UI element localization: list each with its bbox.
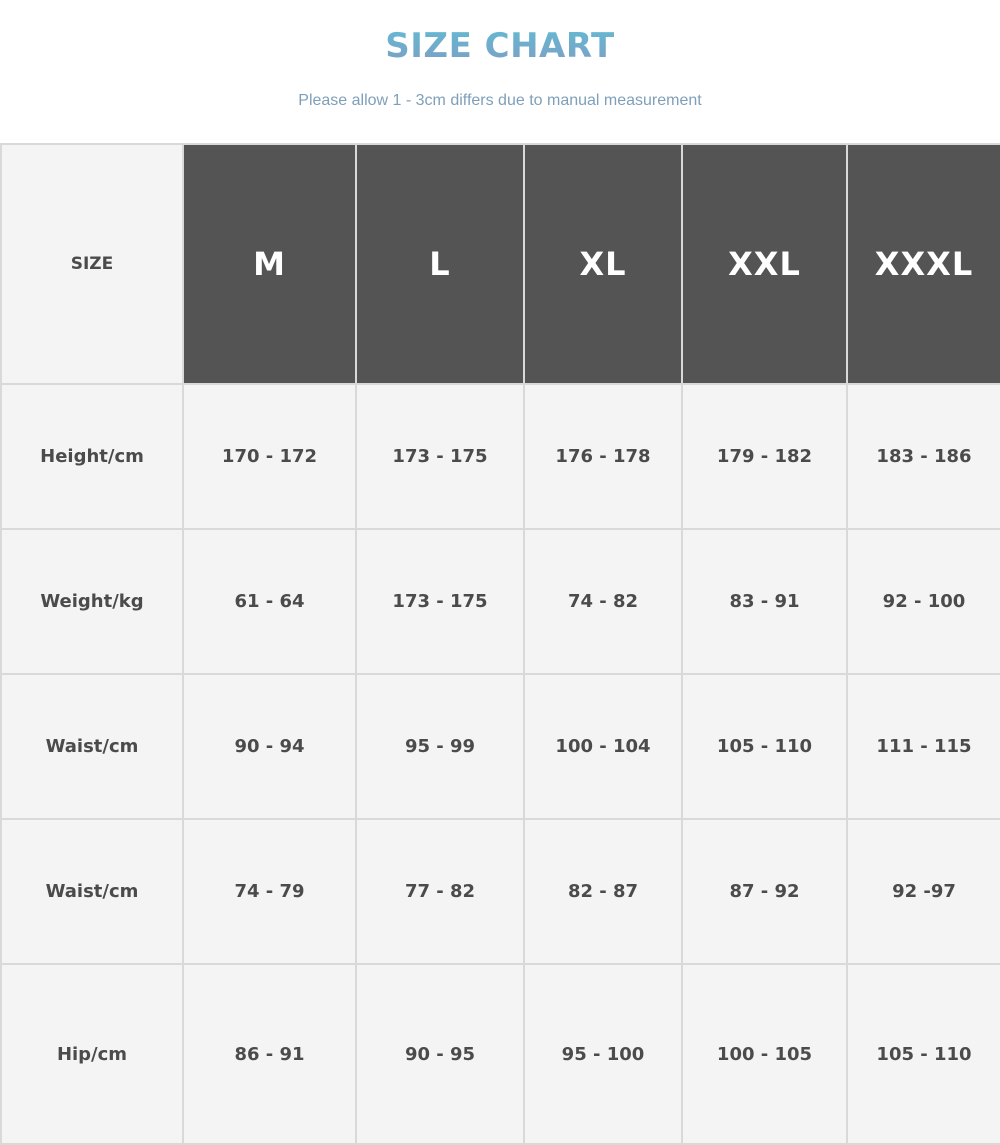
table-cell: 74 - 79 [182, 818, 357, 965]
table-row-weight: Weight/kg 61 - 64 173 - 175 74 - 82 83 -… [0, 528, 1000, 675]
table-cell: 74 - 82 [523, 528, 683, 675]
table-cell: 105 - 110 [846, 963, 1000, 1145]
table-cell: 95 - 100 [523, 963, 683, 1145]
table-cell: 170 - 172 [182, 383, 357, 530]
corner-label: SIZE [0, 143, 184, 385]
row-label: Weight/kg [0, 528, 184, 675]
table-row-waist-2: Waist/cm 74 - 79 77 - 82 82 - 87 87 - 92… [0, 818, 1000, 965]
size-header-l: L [355, 143, 525, 385]
table-cell: 105 - 110 [681, 673, 848, 820]
table-cell: 83 - 91 [681, 528, 848, 675]
table-cell: 111 - 115 [846, 673, 1000, 820]
table-cell: 92 - 100 [846, 528, 1000, 675]
size-header-xxxl: XXXL [846, 143, 1000, 385]
table-cell: 176 - 178 [523, 383, 683, 530]
table-cell: 100 - 105 [681, 963, 848, 1145]
table-row-waist: Waist/cm 90 - 94 95 - 99 100 - 104 105 -… [0, 673, 1000, 820]
table-cell: 90 - 94 [182, 673, 357, 820]
size-header-xxl: XXL [681, 143, 848, 385]
row-label: Hip/cm [0, 963, 184, 1145]
table-cell: 179 - 182 [681, 383, 848, 530]
table-cell: 173 - 175 [355, 528, 525, 675]
table-cell: 173 - 175 [355, 383, 525, 530]
table-cell: 86 - 91 [182, 963, 357, 1145]
table-cell: 61 - 64 [182, 528, 357, 675]
table-cell: 95 - 99 [355, 673, 525, 820]
row-label: Waist/cm [0, 818, 184, 965]
page-subtitle: Please allow 1 - 3cm differs due to manu… [298, 92, 702, 109]
table-cell: 92 -97 [846, 818, 1000, 965]
row-label: Waist/cm [0, 673, 184, 820]
table-cell: 183 - 186 [846, 383, 1000, 530]
table-header-row: SIZE M L XL XXL XXXL [0, 143, 1000, 385]
row-label: Height/cm [0, 383, 184, 530]
size-header-xl: XL [523, 143, 683, 385]
size-header-m: M [182, 143, 357, 385]
size-chart-table: SIZE M L XL XXL XXXL Height/cm 170 - 172… [0, 143, 1000, 1145]
page-title: SIZE CHART [0, 26, 1000, 66]
table-row-height: Height/cm 170 - 172 173 - 175 176 - 178 … [0, 383, 1000, 530]
table-cell: 77 - 82 [355, 818, 525, 965]
table-cell: 82 - 87 [523, 818, 683, 965]
table-cell: 100 - 104 [523, 673, 683, 820]
table-cell: 87 - 92 [681, 818, 848, 965]
table-row-hip: Hip/cm 86 - 91 90 - 95 95 - 100 100 - 10… [0, 963, 1000, 1145]
table-cell: 90 - 95 [355, 963, 525, 1145]
